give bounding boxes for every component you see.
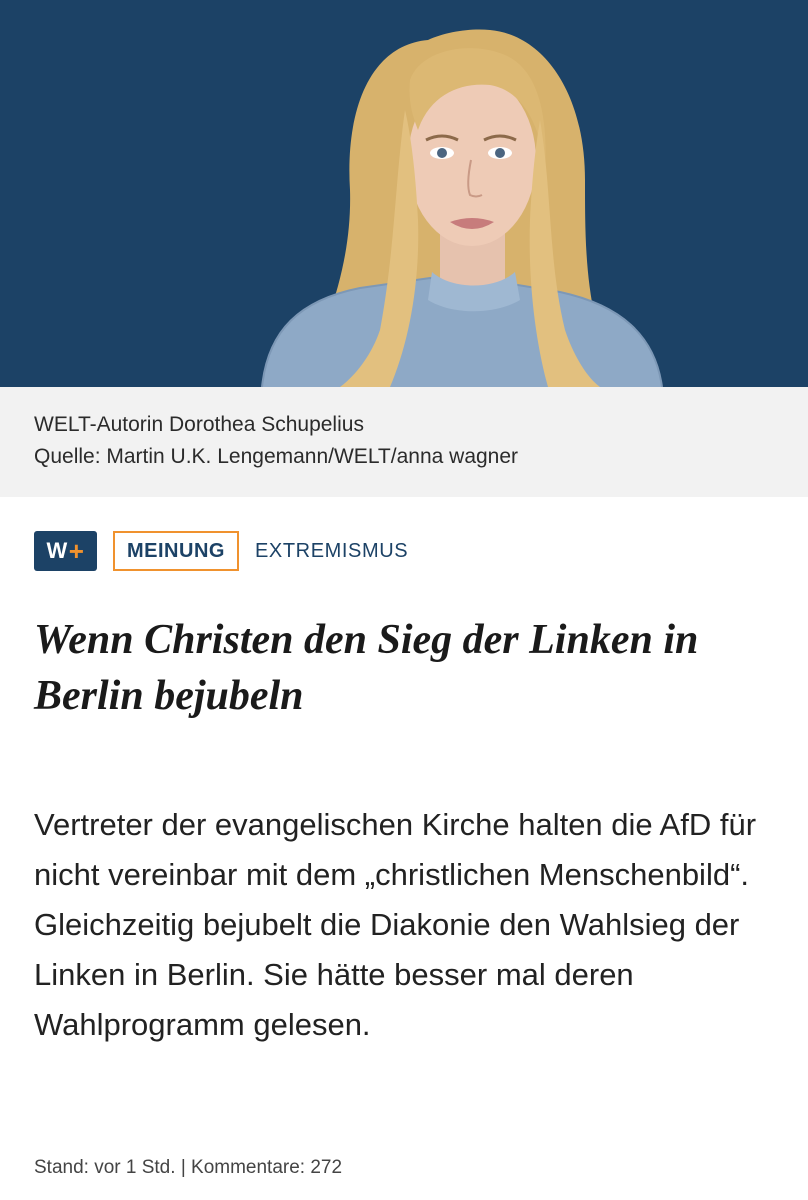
meta-separator: | bbox=[180, 1157, 186, 1178]
section-link[interactable]: EXTREMISMUS bbox=[255, 540, 408, 563]
welt-plus-letter: W bbox=[46, 538, 68, 563]
comments-label: Kommentare: bbox=[191, 1157, 306, 1178]
caption-text: WELT-Autorin Dorothea Schupelius bbox=[34, 413, 364, 436]
caption-source: Quelle: Martin U.K. Lengemann/WELT/anna … bbox=[34, 445, 519, 468]
timestamp: Stand: vor 1 Std. bbox=[34, 1157, 176, 1178]
article-tags: W + MEINUNG EXTREMISMUS bbox=[34, 531, 408, 571]
comments-link[interactable]: Kommentare: 272 bbox=[191, 1157, 342, 1178]
image-caption: WELT-Autorin Dorothea Schupelius Quelle:… bbox=[0, 387, 808, 497]
welt-plus-badge[interactable]: W + bbox=[34, 531, 97, 571]
article-meta: Stand: vor 1 Std. | Kommentare: 272 bbox=[34, 1157, 342, 1179]
plus-icon: + bbox=[68, 535, 85, 566]
portrait-photo bbox=[0, 0, 808, 387]
comments-count: 272 bbox=[310, 1157, 343, 1178]
article-intro: Vertreter der evangelischen Kirche halte… bbox=[34, 807, 757, 1042]
hero-image bbox=[0, 0, 808, 387]
category-badge[interactable]: MEINUNG bbox=[113, 531, 239, 571]
article-headline: Wenn Christen den Sieg der Linken in Ber… bbox=[34, 617, 699, 719]
